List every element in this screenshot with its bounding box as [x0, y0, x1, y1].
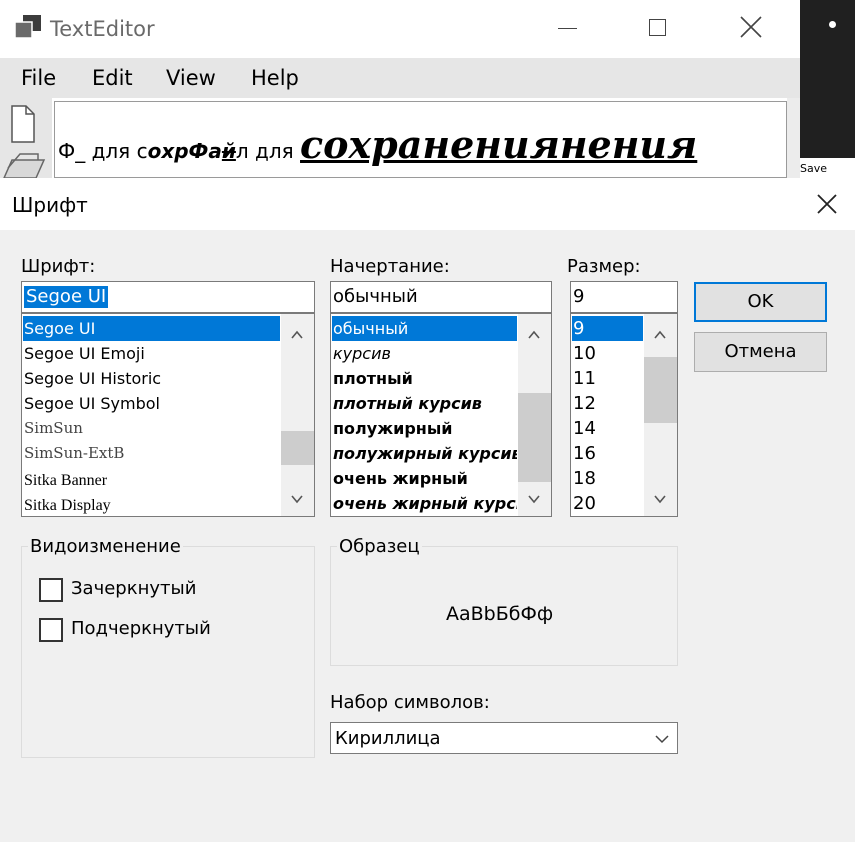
- size-list-item[interactable]: 16: [572, 441, 643, 466]
- font-list-scroll-thumb[interactable]: [281, 431, 314, 465]
- style-list-item[interactable]: плотный курсив: [332, 391, 517, 416]
- size-list-item[interactable]: 20: [572, 491, 643, 516]
- dot-icon: [829, 21, 836, 28]
- font-list-item[interactable]: Segoe UI Emoji: [23, 341, 280, 366]
- menu-help[interactable]: Help: [251, 66, 299, 90]
- font-list-item[interactable]: SimSun: [23, 416, 280, 441]
- scroll-up-arrow-icon[interactable]: [653, 328, 667, 342]
- menubar: File Edit View Help: [0, 58, 800, 98]
- size-list-item[interactable]: 10: [572, 341, 643, 366]
- size-list-item[interactable]: 9: [572, 316, 643, 341]
- underline-label[interactable]: Подчеркнутый: [71, 618, 211, 639]
- charset-value: Кириллица: [335, 728, 441, 749]
- font-list-item[interactable]: Segoe UI Symbol: [23, 391, 280, 416]
- scroll-up-arrow-icon[interactable]: [527, 328, 541, 342]
- style-list-item[interactable]: очень жирный курсив: [332, 491, 517, 516]
- font-name-value: Segoe UI: [24, 286, 109, 308]
- size-list-item[interactable]: 18: [572, 466, 643, 491]
- charset-label: Набор символов:: [330, 692, 490, 713]
- scroll-down-arrow-icon[interactable]: [653, 492, 667, 506]
- size-list-scroll-thumb[interactable]: [644, 357, 677, 423]
- dialog-close-button[interactable]: [814, 191, 840, 217]
- style-list-item[interactable]: плотный: [332, 366, 517, 391]
- app-title: TextEditor: [50, 17, 155, 41]
- doc-segment: охрФа: [147, 139, 222, 163]
- minimize-button[interactable]: [558, 28, 577, 29]
- new-document-icon[interactable]: [10, 104, 36, 144]
- menu-file[interactable]: File: [21, 66, 56, 90]
- cancel-button[interactable]: Отмена: [694, 332, 827, 372]
- close-window-button[interactable]: [738, 14, 764, 40]
- dialog-titlebar: [0, 178, 855, 230]
- font-list-item[interactable]: Sitka Banner: [23, 468, 280, 493]
- size-list-scrollbar[interactable]: [644, 314, 677, 516]
- side-panel: [800, 0, 855, 158]
- font-label: Шрифт:: [21, 256, 96, 277]
- strikeout-label[interactable]: Зачеркнутый: [71, 578, 196, 599]
- document-text-area[interactable]: Ф_ для сохрФайл для сохранениянения: [54, 101, 787, 178]
- scroll-down-arrow-icon[interactable]: [290, 492, 304, 506]
- doc-segment: л для: [235, 139, 301, 163]
- style-list-item[interactable]: курсив: [332, 341, 517, 366]
- app-window-icon: [14, 15, 41, 39]
- sample-caption: Образец: [337, 536, 422, 557]
- sample-text: AaBbБбФф: [446, 603, 554, 625]
- chevron-down-icon[interactable]: [655, 732, 669, 746]
- doc-segment: сохранениянения: [300, 122, 698, 167]
- font-name-input[interactable]: Segoe UI: [21, 281, 315, 313]
- style-list-item[interactable]: очень жирный: [332, 466, 517, 491]
- doc-segment: Ф_ для с: [58, 139, 148, 163]
- style-list-item[interactable]: обычный: [332, 316, 517, 341]
- font-size-input[interactable]: 9: [570, 281, 678, 313]
- size-list-item[interactable]: 12: [572, 391, 643, 416]
- document-content: Ф_ для сохрФайл для сохранениянения: [58, 122, 697, 167]
- scroll-up-arrow-icon[interactable]: [290, 328, 304, 342]
- style-list-scroll-thumb[interactable]: [518, 393, 551, 482]
- font-size-list[interactable]: 9 10 11 12 14 16 18 20: [570, 313, 678, 517]
- strikeout-checkbox[interactable]: [39, 578, 63, 602]
- font-size-value: 9: [573, 286, 585, 307]
- size-list-item[interactable]: 11: [572, 366, 643, 391]
- style-list-item[interactable]: полужирный курсив: [332, 441, 517, 466]
- save-label[interactable]: Save: [800, 162, 827, 175]
- font-list-scrollbar[interactable]: [281, 314, 314, 516]
- doc-segment: й: [221, 139, 236, 163]
- document-scrollbar[interactable]: [787, 98, 800, 178]
- font-list-item[interactable]: Segoe UI: [23, 316, 280, 341]
- size-label: Размер:: [567, 256, 641, 277]
- maximize-button[interactable]: [649, 19, 666, 36]
- font-list-item[interactable]: Segoe UI Historic: [23, 366, 280, 391]
- font-style-list[interactable]: обычный курсив плотный плотный курсив по…: [330, 313, 552, 517]
- style-list-scrollbar[interactable]: [518, 314, 551, 516]
- toolbar-strip: [0, 98, 52, 178]
- font-list-item[interactable]: Sitka Display: [23, 493, 280, 516]
- menu-edit[interactable]: Edit: [92, 66, 133, 90]
- open-folder-icon[interactable]: [2, 152, 46, 178]
- ok-button[interactable]: OK: [694, 282, 827, 322]
- font-style-value: обычный: [333, 286, 418, 307]
- charset-dropdown[interactable]: Кириллица: [330, 722, 678, 754]
- effects-caption: Видоизменение: [28, 536, 183, 557]
- underline-checkbox[interactable]: [39, 618, 63, 642]
- style-list-item[interactable]: полужирный: [332, 416, 517, 441]
- style-label: Начертание:: [330, 256, 450, 277]
- font-list[interactable]: Segoe UI Segoe UI Emoji Segoe UI Histori…: [21, 313, 315, 517]
- font-list-item[interactable]: SimSun-ExtB: [23, 441, 280, 466]
- menu-view[interactable]: View: [166, 66, 216, 90]
- font-style-input[interactable]: обычный: [330, 281, 552, 313]
- scroll-down-arrow-icon[interactable]: [527, 492, 541, 506]
- size-list-item[interactable]: 14: [572, 416, 643, 441]
- dialog-title: Шрифт: [12, 193, 88, 217]
